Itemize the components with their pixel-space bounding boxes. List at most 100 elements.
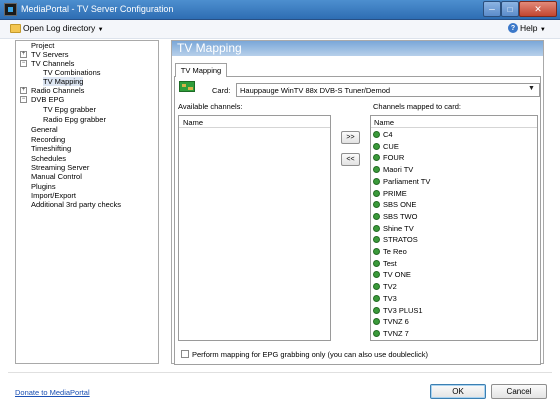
mapped-channel-name: Test <box>383 258 397 268</box>
help-menu[interactable]: Help ▼ <box>520 23 546 33</box>
tv-channel-icon <box>373 236 380 244</box>
mapped-channel-row[interactable]: FOUR <box>371 152 536 163</box>
minimize-button[interactable]: ─ <box>483 1 501 17</box>
expand-icon[interactable]: + <box>20 87 27 94</box>
mapped-channel-row[interactable]: TV3 <box>371 293 536 304</box>
mapped-channel-row[interactable]: STRATOS <box>371 234 536 245</box>
available-channels-list[interactable] <box>178 115 331 341</box>
panel-header-title: TV Mapping <box>177 41 242 55</box>
mapped-channel-row[interactable]: TVNZ 7 <box>371 328 536 339</box>
maximize-button[interactable]: □ <box>501 1 519 17</box>
mapped-channel-row[interactable]: Te Reo <box>371 246 536 257</box>
tv-channel-icon <box>373 306 380 314</box>
tv-channel-icon <box>373 154 380 162</box>
mapped-channel-name: STRATOS <box>383 235 418 245</box>
mapped-channel-name: TV ONE <box>383 270 411 280</box>
mapped-name-column-header[interactable]: Name <box>371 116 537 128</box>
mapped-channel-name: Shine TV <box>383 223 414 233</box>
chevron-down-icon: ▼ <box>539 27 546 33</box>
help-icon[interactable]: ? <box>508 23 518 33</box>
mapped-channel-row[interactable]: Shine TV <box>371 223 536 234</box>
mapped-channel-row[interactable]: Parliament TV <box>371 176 536 187</box>
mapped-channel-row[interactable]: TV ONE <box>371 269 536 280</box>
donate-link[interactable]: Donate to MediaPortal <box>15 388 90 397</box>
folder-icon[interactable] <box>10 24 21 33</box>
tv-channel-icon <box>373 271 380 279</box>
tree-item-additional-checks[interactable]: Additional 3rd party checks <box>31 200 121 209</box>
tv-channel-icon <box>373 166 380 174</box>
mapped-channel-name: TVNZ 7 <box>383 328 409 338</box>
mapped-channel-row[interactable]: TV3 PLUS1 <box>371 305 536 316</box>
mapped-channel-row[interactable]: TV2 <box>371 281 536 292</box>
tree-item-general[interactable]: General <box>31 125 58 134</box>
mapped-channel-row[interactable]: CUE <box>371 141 536 152</box>
tv-channel-icon <box>373 131 380 138</box>
tree-item-streaming-server[interactable]: Streaming Server <box>31 163 89 172</box>
collapse-icon[interactable]: − <box>20 96 27 103</box>
mapped-channel-name: TV3 <box>383 293 397 303</box>
mapped-channel-row[interactable]: Maori TV <box>371 164 536 175</box>
open-log-directory-menu[interactable]: Open Log directory ▼ <box>23 23 104 33</box>
mapped-channel-name: SBS TWO <box>383 211 418 221</box>
tree-item-dvb-epg[interactable]: DVB EPG <box>31 95 64 104</box>
tree-item-manual-control[interactable]: Manual Control <box>31 172 82 181</box>
mapped-channel-row[interactable]: C4 <box>371 129 536 140</box>
mapped-channel-name: Maori TV <box>383 165 414 175</box>
tree-item-schedules[interactable]: Schedules <box>31 154 66 163</box>
tree-item-tv-channels[interactable]: TV Channels <box>31 59 74 68</box>
tv-channel-icon <box>373 259 380 267</box>
ok-button[interactable]: OK <box>430 384 486 399</box>
tv-channel-icon <box>373 294 380 302</box>
mapped-channel-name: TV3 PLUS1 <box>383 305 423 315</box>
available-channels-label: Available channels: <box>178 102 243 111</box>
mapped-channel-row[interactable]: PRIME <box>371 188 536 199</box>
expand-icon[interactable]: + <box>20 51 27 58</box>
tv-channel-icon <box>373 224 380 232</box>
tree-item-tv-epg-grabber[interactable]: TV Epg grabber <box>43 105 96 114</box>
collapse-icon[interactable]: − <box>20 60 27 67</box>
tv-card-icon <box>179 81 195 92</box>
tv-channel-icon <box>373 142 380 150</box>
tree-item-tv-mapping[interactable]: TV Mapping <box>43 77 84 86</box>
card-select[interactable]: Hauppauge WinTV 88x DVB-S Tuner/Demod <box>236 83 540 97</box>
tree-item-import-export[interactable]: Import/Export <box>31 191 76 200</box>
available-name-column-header[interactable]: Name <box>179 116 330 128</box>
tree-item-timeshifting[interactable]: Timeshifting <box>31 144 71 153</box>
chevron-down-icon[interactable]: ▼ <box>528 85 535 92</box>
mediaportal-app-icon <box>4 3 17 16</box>
tree-item-recording[interactable]: Recording <box>31 135 65 144</box>
unmap-channel-button[interactable]: << <box>341 153 360 166</box>
tv-channel-icon <box>373 318 380 326</box>
mapped-channel-name: FOUR <box>383 153 405 163</box>
mapped-channel-row[interactable]: SBS TWO <box>371 211 536 222</box>
mapped-channel-name: TVNZ 6 <box>383 317 409 327</box>
epg-only-label: Perform mapping for EPG grabbing only (y… <box>192 350 428 359</box>
mapped-channel-name: TV2 <box>383 282 397 292</box>
tab-tv-mapping[interactable]: TV Mapping <box>175 63 227 77</box>
tv-channel-icon <box>373 189 380 197</box>
tv-channel-icon <box>373 201 380 209</box>
tree-item-radio-channels[interactable]: Radio Channels <box>31 86 84 95</box>
mapped-channels-label: Channels mapped to card: <box>373 102 461 111</box>
map-channel-button[interactable]: >> <box>341 131 360 144</box>
tree-item-tv-combinations[interactable]: TV Combinations <box>43 68 101 77</box>
card-label: Card: <box>212 86 231 95</box>
cancel-button[interactable]: Cancel <box>491 384 547 399</box>
chevron-down-icon: ▼ <box>97 27 104 33</box>
mapped-channel-name: CUE <box>383 141 399 151</box>
mapped-channel-name: SBS ONE <box>383 200 417 210</box>
tree-item-radio-epg-grabber[interactable]: Radio Epg grabber <box>43 115 106 124</box>
mapped-channel-row[interactable]: TVNZ 6 <box>371 316 536 327</box>
mapped-channel-name: Te Reo <box>383 247 407 256</box>
tv-channel-icon <box>373 177 380 185</box>
mapped-channel-row[interactable]: Test <box>371 258 536 269</box>
tree-item-project[interactable]: Project <box>31 41 54 50</box>
mapped-channel-name: Parliament TV <box>383 176 431 186</box>
tv-channel-icon <box>373 283 380 291</box>
tree-item-tv-servers[interactable]: TV Servers <box>31 50 69 59</box>
epg-only-checkbox[interactable] <box>181 350 189 358</box>
mapped-channel-row[interactable]: SBS ONE <box>371 199 536 210</box>
tv-channel-icon <box>373 248 380 255</box>
close-button[interactable]: ✕ <box>519 1 557 17</box>
tree-item-plugins[interactable]: Plugins <box>31 182 56 191</box>
